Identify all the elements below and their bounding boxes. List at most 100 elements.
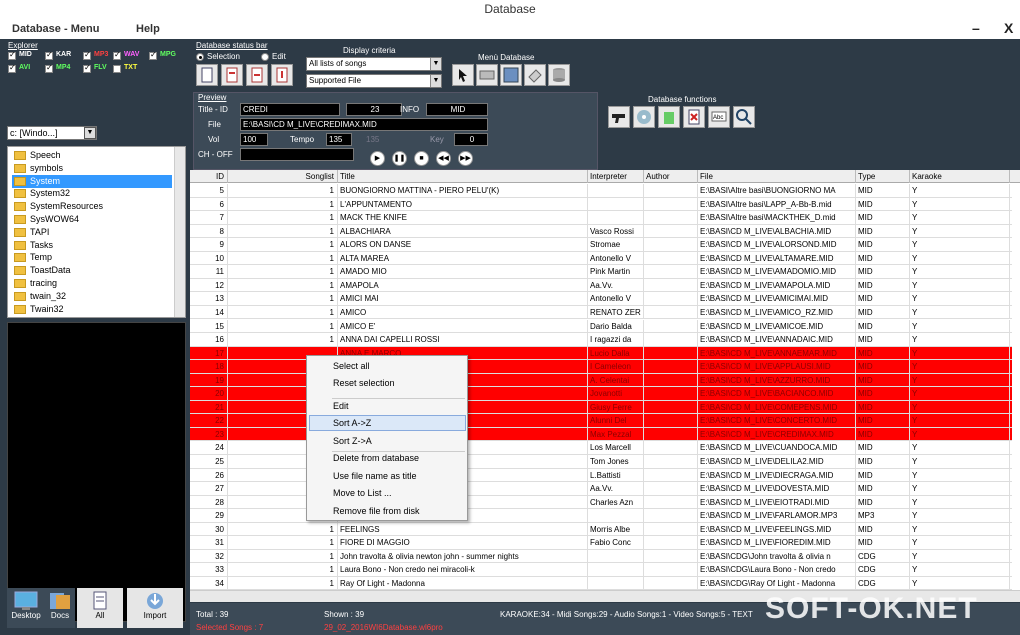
context-menu-item[interactable]: Select all [333, 361, 370, 371]
remove-list-button[interactable] [683, 106, 705, 128]
context-menu-item[interactable]: Sort Z->A [333, 436, 372, 446]
filter-select[interactable]: Supported File ▼ [306, 74, 442, 88]
table-row[interactable]: 5 1 BUONGIORNO MATTINA - PIERO PELU'(K) E:\… [190, 184, 1012, 198]
table-row[interactable]: 32 1 John travolta & olivia newton john - … [190, 549, 1012, 564]
column-header[interactable]: Karaoke [910, 170, 1010, 183]
folder-item[interactable]: tracing [12, 277, 172, 290]
table-row[interactable]: 11 1 AMADO MIO Pink Martin E:\BASI\CD M_LIVE… [190, 265, 1012, 279]
folder-item[interactable]: Tasks [12, 239, 172, 252]
table-row[interactable]: 7 1 MACK THE KNIFE E:\BASI\Altre basi\MACKT… [190, 211, 1012, 225]
format-checkbox[interactable] [83, 50, 91, 60]
column-header[interactable]: Songlist [228, 170, 338, 183]
folder-item[interactable]: System32 [12, 187, 172, 200]
folder-item[interactable]: symbols [12, 162, 172, 175]
format-checkbox[interactable] [83, 63, 91, 73]
table-row[interactable]: 13 1 AMICI MAI Antonello V E:\BASI\CD M_LIVE… [190, 292, 1012, 306]
db-open-button[interactable] [476, 64, 498, 86]
file-field[interactable]: E:\BASI\CD M_LIVE\CREDIMAX.MID [240, 118, 488, 131]
context-menu-item[interactable]: Move to List ... [333, 488, 392, 498]
db-erase-button[interactable] [524, 64, 546, 86]
desktop-button[interactable]: Desktop [7, 588, 45, 628]
selection-radio[interactable] [196, 53, 204, 61]
cd-button[interactable] [633, 106, 655, 128]
save-list-button[interactable] [221, 64, 243, 86]
column-header[interactable]: Interpreter [588, 170, 644, 183]
table-row[interactable]: 15 1 AMICO E' Dario Balda E:\BASI\CD M_LIVE\… [190, 319, 1012, 334]
ch-field[interactable] [240, 148, 354, 161]
column-header[interactable]: Type [856, 170, 910, 183]
table-row[interactable]: 30 1 FEELINGS Morris Albe E:\BASI\CD M_LIVE\… [190, 522, 1012, 537]
import-list-button[interactable] [271, 64, 293, 86]
table-row[interactable]: 10 1 ALTA MAREA Antonello V E:\BASI\CD M_LIV… [190, 251, 1012, 266]
new-doc-button[interactable] [196, 64, 218, 86]
column-header[interactable]: Author [644, 170, 698, 183]
table-row[interactable]: 6 1 L'APPUNTAMENTO E:\BASI\Altre basi\LAPP_… [190, 197, 1012, 212]
context-menu-item[interactable]: Delete from database [333, 453, 419, 463]
chevron-down-icon[interactable]: ▼ [430, 75, 441, 87]
folder-item[interactable]: Twain32 [12, 303, 172, 316]
column-header[interactable]: Title [338, 170, 588, 183]
table-row[interactable]: 9 1 ALORS ON DANSE Stromae E:\BASI\CD M_LIVE… [190, 238, 1012, 252]
chevron-down-icon[interactable]: ▼ [84, 127, 96, 139]
play-icon[interactable]: ▶ [370, 151, 385, 166]
menu-database[interactable]: Database - Menu [12, 23, 99, 35]
recycle-button[interactable] [658, 106, 680, 128]
rewind-icon[interactable]: ◀◀ [436, 151, 451, 166]
format-checkbox[interactable] [113, 50, 121, 60]
db-save-button[interactable] [500, 64, 522, 86]
title-field[interactable]: CREDI [240, 103, 340, 116]
import-button[interactable]: Import [127, 588, 183, 628]
format-checkbox[interactable] [8, 50, 16, 60]
table-row[interactable]: 12 1 AMAPOLA Aa.Vv. E:\BASI\CD M_LIVE\AMAPOL… [190, 278, 1012, 293]
edit-radio[interactable] [261, 53, 269, 61]
tempo-field[interactable]: 135 [326, 133, 352, 146]
table-row[interactable]: 14 1 AMICO RENATO ZER E:\BASI\CD M_LIVE\AMIC… [190, 305, 1012, 320]
format-checkbox[interactable] [45, 63, 53, 73]
gun-button[interactable] [608, 106, 630, 128]
folder-item[interactable]: ToastData [12, 264, 172, 277]
format-checkbox[interactable] [149, 50, 157, 60]
context-menu-item[interactable]: Edit [333, 401, 349, 411]
folder-item[interactable]: SysWOW64 [12, 213, 172, 226]
vol-field[interactable]: 100 [240, 133, 268, 146]
context-menu-item[interactable]: Use file name as title [333, 471, 417, 481]
export-list-button[interactable] [246, 64, 268, 86]
key-field[interactable]: 0 [454, 133, 488, 146]
pointer-button[interactable] [452, 64, 474, 86]
all-button[interactable]: All [77, 588, 123, 628]
table-row[interactable]: 34 1 Ray Of Light - Madonna E:\BASI\CDG\Ray… [190, 576, 1012, 590]
folder-item[interactable]: twain_32 [12, 290, 172, 303]
table-row[interactable]: 8 1 ALBACHIARA Vasco Rossi E:\BASI\CD M_LIVE… [190, 224, 1012, 239]
column-header[interactable]: File [698, 170, 856, 183]
column-header[interactable]: ID [202, 170, 228, 183]
spellcheck-button[interactable]: Abc [708, 106, 730, 128]
tree-scrollbar[interactable] [174, 147, 185, 317]
format-checkbox[interactable] [8, 63, 16, 73]
folder-tree[interactable]: Speech symbols System System32 SystemResourc… [7, 146, 186, 318]
folder-item[interactable]: System [12, 174, 172, 188]
context-menu-item[interactable]: Reset selection [333, 378, 395, 388]
table-row[interactable]: 16 1 ANNA DAI CAPELLI ROSSI I ragazzi da E:\… [190, 333, 1012, 347]
format-checkbox[interactable] [113, 65, 121, 73]
folder-item[interactable]: Temp [12, 251, 172, 264]
context-menu-item[interactable]: Sort A->Z [333, 418, 371, 428]
folder-item[interactable]: Speech [12, 149, 172, 162]
stop-icon[interactable]: ■ [414, 151, 429, 166]
table-row[interactable]: 31 1 FIORE DI MAGGIO Fabio Conc E:\BASI\CD M… [190, 536, 1012, 550]
minimize-button[interactable]: – [972, 20, 980, 36]
context-menu-item[interactable]: Remove file from disk [333, 506, 420, 516]
search-button[interactable] [733, 106, 755, 128]
chevron-down-icon[interactable]: ▼ [430, 58, 441, 70]
menu-help[interactable]: Help [136, 23, 160, 35]
id-field[interactable]: 23 [346, 103, 402, 116]
docs-button[interactable]: Docs [45, 588, 75, 628]
table-row[interactable]: 33 1 Laura Bono - Non credo nei miracoli-k… [190, 563, 1012, 577]
format-checkbox[interactable] [45, 50, 53, 60]
folder-item[interactable]: SystemResources [12, 200, 172, 213]
close-button[interactable]: X [1004, 20, 1013, 36]
list-select[interactable]: All lists of songs ▼ [306, 57, 442, 71]
folder-item[interactable]: TAPI [12, 226, 172, 239]
pause-icon[interactable]: ❚❚ [392, 151, 407, 166]
forward-icon[interactable]: ▶▶ [458, 151, 473, 166]
database-button[interactable] [548, 64, 570, 86]
